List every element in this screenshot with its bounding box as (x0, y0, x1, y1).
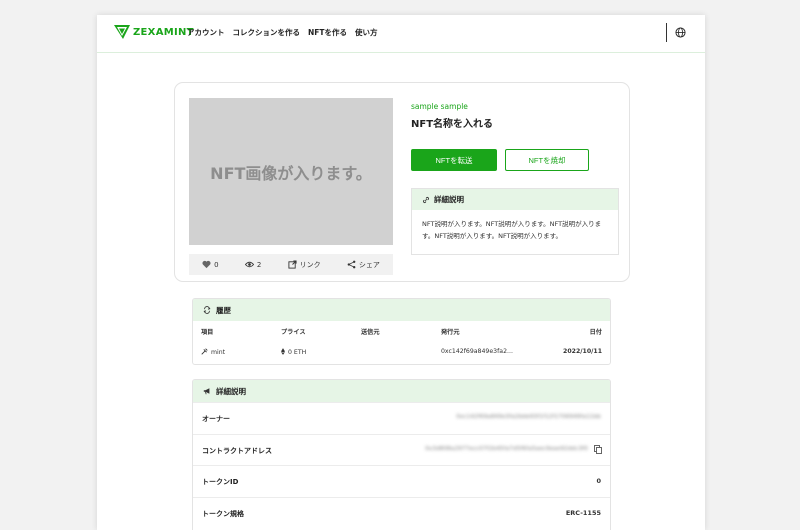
nav-item-create-collection[interactable]: コレクションを作る (233, 27, 301, 38)
owner-label: オーナー (202, 415, 230, 423)
history-column-headers: 項目 プライス 送信元 発行元 日付 (193, 321, 610, 339)
contract-address[interactable]: 0x3d808a2977ecc07f2b45fa7d5f6fa5aec9eae9… (425, 446, 588, 452)
ethereum-icon (281, 348, 285, 355)
owner-address[interactable]: 0xc142f69a849e3fa2bbb93f1f12f1706949fa11… (456, 414, 601, 420)
nav-item-account[interactable]: アカウント (187, 27, 225, 38)
table-row: mint 0 ETH 0xc142f69a849e3fa2... 2022/10… (193, 339, 610, 357)
history-price: 0 ETH (288, 349, 307, 356)
transfer-nft-button[interactable]: NFTを転送 (411, 149, 497, 171)
col-date: 日付 (589, 329, 602, 336)
share-label: シェア (358, 260, 380, 269)
description-header: 詳細説明 (412, 189, 618, 210)
token-standard-value: ERC-1155 (565, 508, 601, 517)
detail-row-token-standard: トークン規格 ERC-1155 (193, 496, 610, 529)
link-icon (422, 196, 430, 203)
nft-image: NFT画像が入ります。 (189, 98, 393, 245)
nft-title: NFT名称を入れる (411, 119, 494, 130)
col-price: プライス (281, 329, 306, 336)
history-date: 2022/10/11 (563, 348, 602, 355)
detail-row-contract: コントラクトアドレス 0x3d808a2977ecc07f2b45fa7d5f6… (193, 433, 610, 466)
like-button[interactable]: 0 (202, 260, 219, 269)
description-title: 詳細説明 (434, 195, 464, 204)
refresh-icon (203, 306, 211, 314)
logo[interactable]: ZEXAMINT (114, 25, 194, 39)
globe-icon[interactable] (675, 27, 686, 38)
history-item-cell: mint (201, 348, 225, 356)
token-standard-label: トークン規格 (202, 509, 244, 518)
history-item: mint (211, 349, 226, 356)
history-panel: 履歴 項目 プライス 送信元 発行元 日付 mint 0 ETH 0xc142f… (192, 298, 611, 365)
history-title: 履歴 (216, 305, 231, 315)
col-item: 項目 (201, 329, 214, 336)
description-panel: 詳細説明 NFT説明が入ります。NFT説明が入ります。NFT説明が入ります。NF… (411, 188, 619, 255)
like-count: 0 (214, 260, 219, 269)
contract-address-label: コントラクトアドレス (202, 446, 272, 455)
top-header: ZEXAMINT アカウント コレクションを作る NFTを作る 使い方 (97, 15, 705, 53)
external-link-icon (288, 260, 297, 269)
link-button[interactable]: リンク (288, 260, 321, 270)
details-title: 詳細説明 (216, 386, 246, 396)
detail-row-owner: オーナー 0xc142f69a849e3fa2bbb93f1f12f170694… (193, 402, 610, 434)
zexamint-logo-icon (114, 25, 130, 39)
col-from: 送信元 (361, 329, 380, 336)
tools-icon (201, 348, 208, 355)
logo-text: ZEXAMINT (133, 26, 194, 38)
eye-icon (244, 261, 254, 268)
views-stat: 2 (244, 260, 262, 269)
main-nav: アカウント コレクションを作る NFTを作る 使い方 (187, 27, 378, 38)
nft-image-placeholder: NFT画像が入ります。 (210, 163, 372, 183)
col-issuer: 発行元 (441, 329, 460, 336)
share-icon (347, 260, 356, 269)
description-text: NFT説明が入ります。NFT説明が入ります。NFT説明が入ります。NFT説明が入… (422, 220, 602, 240)
details-header: 詳細説明 (193, 380, 610, 402)
detail-row-token-id: トークンID 0 (193, 465, 610, 497)
collection-name[interactable]: sample sample (411, 102, 468, 111)
details-panel: 詳細説明 オーナー 0xc142f69a849e3fa2bbb93f1f12f1… (192, 379, 611, 530)
view-count: 2 (256, 260, 262, 269)
history-issuer[interactable]: 0xc142f69a849e3fa2... (441, 348, 513, 355)
nft-card: NFT画像が入ります。 0 2 リンク シェア sample sample NF… (174, 82, 630, 282)
nav-item-how-to[interactable]: 使い方 (355, 27, 378, 38)
burn-nft-button[interactable]: NFTを焼却 (505, 149, 589, 171)
header-divider (666, 23, 667, 42)
token-id-value: 0 (596, 477, 601, 485)
share-button[interactable]: シェア (347, 260, 380, 270)
nft-stats-bar: 0 2 リンク シェア (189, 254, 393, 275)
token-id-label: トークンID (202, 478, 239, 486)
heart-icon (202, 260, 211, 269)
copy-icon[interactable] (594, 444, 602, 454)
history-header: 履歴 (193, 299, 610, 321)
nav-item-create-nft[interactable]: NFTを作る (308, 27, 347, 38)
history-price-cell: 0 ETH (281, 348, 306, 356)
megaphone-icon (203, 388, 210, 395)
app-window: ZEXAMINT アカウント コレクションを作る NFTを作る 使い方 NFT画… (97, 15, 705, 530)
link-label: リンク (299, 260, 321, 269)
